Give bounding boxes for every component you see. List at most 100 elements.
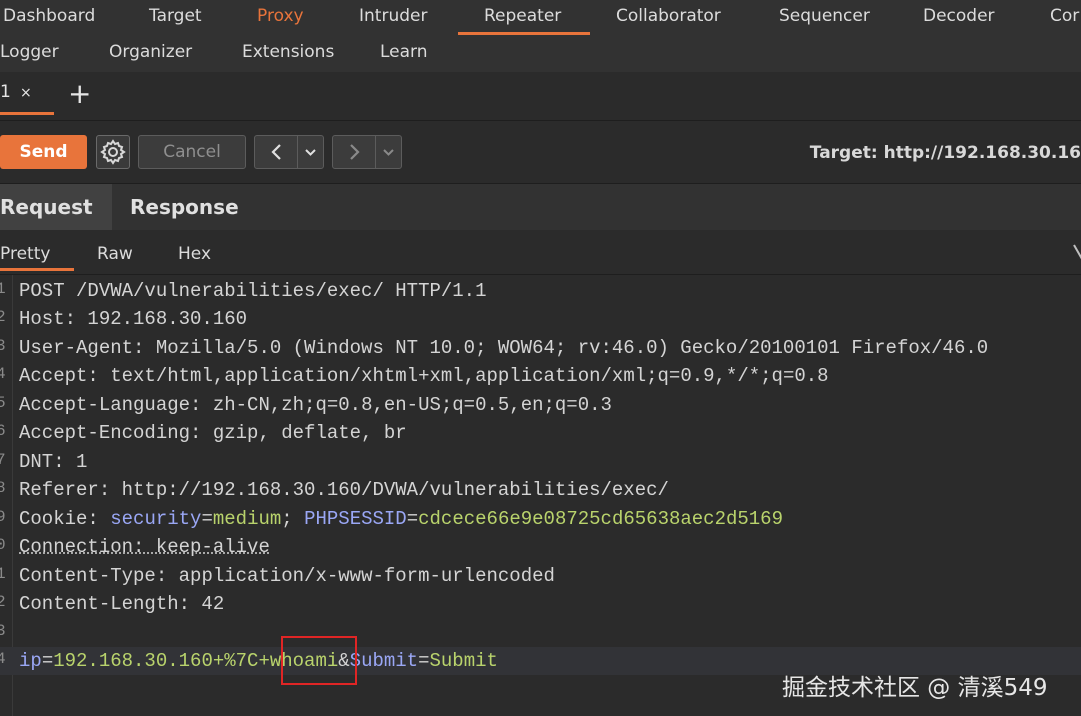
nav-row-primary: Dashboard Target Proxy Intruder Repeater…: [0, 0, 1081, 36]
chevron-down-icon: [383, 149, 394, 156]
param-name: Submit: [349, 650, 419, 672]
request-line[interactable]: 1 POST /DVWA/vulnerabilities/exec/ HTTP/1…: [0, 277, 1081, 305]
cookie-name: PHPSESSID: [304, 508, 407, 530]
header-value: http://192.168.30.160/DVWA/vulnerabiliti…: [110, 479, 669, 501]
history-forward-dropdown[interactable]: [375, 135, 402, 169]
nav-dashboard[interactable]: Dashboard: [3, 6, 95, 26]
line-number: 8: [0, 479, 6, 497]
repeater-tab-1[interactable]: 1: [0, 82, 11, 102]
header-value: text/html,application/xhtml+xml,applicat…: [98, 365, 829, 387]
header-host[interactable]: 2 Host: 192.168.30.160: [0, 305, 1081, 333]
cookie-equals: =: [201, 508, 213, 530]
tab-hex[interactable]: Hex: [178, 244, 211, 264]
header-accept-encoding[interactable]: 6 Accept-Encoding: gzip, deflate, br: [0, 419, 1081, 447]
cookie-name: security: [110, 508, 202, 530]
header-name: Referer:: [19, 479, 111, 501]
header-name: Accept:: [19, 365, 99, 387]
header-content-type[interactable]: 1 Content-Type: application/x-www-form-ur…: [0, 562, 1081, 590]
param-value: Submit: [429, 650, 498, 672]
param-equals: =: [41, 650, 54, 672]
blank-line[interactable]: 3: [0, 619, 1081, 647]
nav-collaborator[interactable]: Collaborator: [616, 6, 721, 26]
chevron-right-icon: [350, 144, 360, 160]
line-number: 2: [0, 593, 6, 611]
history-back-dropdown[interactable]: [297, 135, 324, 169]
active-tab-indicator: [0, 112, 54, 115]
target-url[interactable]: Target: http://192.168.30.16: [810, 143, 1081, 163]
nav-organizer[interactable]: Organizer: [109, 42, 192, 62]
top-navigation: Dashboard Target Proxy Intruder Repeater…: [0, 0, 1081, 72]
tab-request-label: Request: [0, 195, 93, 219]
history-forward-button[interactable]: [332, 135, 376, 169]
header-name: Content-Length:: [19, 593, 191, 615]
whoami-highlight-box: [281, 636, 357, 685]
header-name: Cookie:: [19, 508, 99, 530]
chevron-left-icon: [271, 144, 281, 160]
header-value: 42: [190, 593, 225, 615]
header-accept-language[interactable]: 5 Accept-Language: zh-CN,zh;q=0.8,en-US;q…: [0, 391, 1081, 419]
cookie-separator: ;: [281, 508, 305, 530]
header-name: Accept-Language:: [19, 394, 202, 416]
request-editor[interactable]: 1 POST /DVWA/vulnerabilities/exec/ HTTP/1…: [0, 275, 1081, 716]
nav-proxy[interactable]: Proxy: [257, 6, 304, 26]
request-view-tabs: Pretty Raw Hex: [0, 230, 1081, 274]
nav-row-secondary: Logger Organizer Extensions Learn: [0, 36, 1081, 72]
request-toolbar: Send Cancel Target: http://192.168.30.16: [0, 121, 1081, 183]
close-tab-icon[interactable]: ×: [20, 85, 32, 101]
header-user-agent[interactable]: 3 User-Agent: Mozilla/5.0 (Windows NT 10.…: [0, 334, 1081, 362]
add-tab-icon[interactable]: +: [68, 76, 91, 112]
cookie-value: cdcece66e9e08725cd65638aec2d5169: [418, 508, 783, 530]
nav-learn[interactable]: Learn: [380, 42, 428, 62]
header-name: User-Agent:: [19, 337, 145, 359]
header-name: Host:: [19, 308, 77, 330]
nav-logger[interactable]: Logger: [0, 42, 59, 62]
header-accept[interactable]: 4 Accept: text/html,application/xhtml+xml…: [0, 362, 1081, 390]
repeater-active-indicator: [458, 32, 590, 35]
send-button[interactable]: Send: [0, 135, 87, 169]
nav-repeater[interactable]: Repeater: [484, 6, 561, 26]
line-number: 7: [0, 451, 6, 469]
tab-pretty[interactable]: Pretty: [0, 244, 50, 264]
header-cookie[interactable]: 9 Cookie: security=medium; PHPSESSID=cdce…: [0, 505, 1081, 533]
cookie-value: medium: [212, 508, 282, 530]
tab-raw[interactable]: Raw: [97, 244, 133, 264]
settings-gear-button[interactable]: [96, 135, 130, 169]
header-value: Mozilla/5.0 (Windows NT 10.0; WOW64; rv:…: [144, 337, 989, 359]
line-number: 0: [0, 536, 6, 554]
nav-extensions[interactable]: Extensions: [242, 42, 334, 62]
nav-decoder[interactable]: Decoder: [923, 6, 995, 26]
history-back-button[interactable]: [254, 135, 298, 169]
line-number: 1: [0, 280, 6, 298]
gear-icon: [100, 139, 126, 165]
line-number: 3: [0, 622, 6, 640]
header-dnt[interactable]: 7 DNT: 1: [0, 448, 1081, 476]
line-number: 9: [0, 508, 6, 526]
nav-comparer-truncated[interactable]: Cor: [1050, 6, 1079, 26]
header-content-length[interactable]: 2 Content-Length: 42: [0, 590, 1081, 618]
nav-sequencer[interactable]: Sequencer: [779, 6, 870, 26]
chevron-down-icon: [305, 149, 316, 156]
header-name: DNT:: [19, 451, 65, 473]
param-equals: =: [418, 650, 430, 672]
header-value: 1: [64, 451, 88, 473]
param-name: ip: [19, 650, 42, 672]
header-value: gzip, deflate, br: [201, 422, 407, 444]
header-connection-text: Connection: keep-alive: [19, 536, 270, 558]
wrap-toggle-icon[interactable]: [1072, 240, 1081, 264]
cookie-equals: =: [406, 508, 419, 530]
nav-intruder[interactable]: Intruder: [359, 6, 427, 26]
header-name: Content-Type:: [19, 565, 168, 587]
header-connection[interactable]: 0 Connection: keep-alive: [0, 533, 1081, 561]
line-number: 4: [0, 650, 6, 668]
header-name: Accept-Encoding:: [19, 422, 202, 444]
line-number: 6: [0, 422, 6, 440]
repeater-tabs: 1 × +: [0, 72, 1081, 120]
tab-response[interactable]: Response: [130, 195, 239, 219]
active-subtab-indicator: [0, 268, 74, 271]
line-number: 5: [0, 394, 6, 412]
header-referer[interactable]: 8 Referer: http://192.168.30.160/DVWA/vul…: [0, 476, 1081, 504]
line-number: 2: [0, 308, 6, 326]
tab-request[interactable]: Request: [0, 184, 112, 230]
cancel-button[interactable]: Cancel: [138, 135, 246, 169]
nav-target[interactable]: Target: [149, 6, 202, 26]
